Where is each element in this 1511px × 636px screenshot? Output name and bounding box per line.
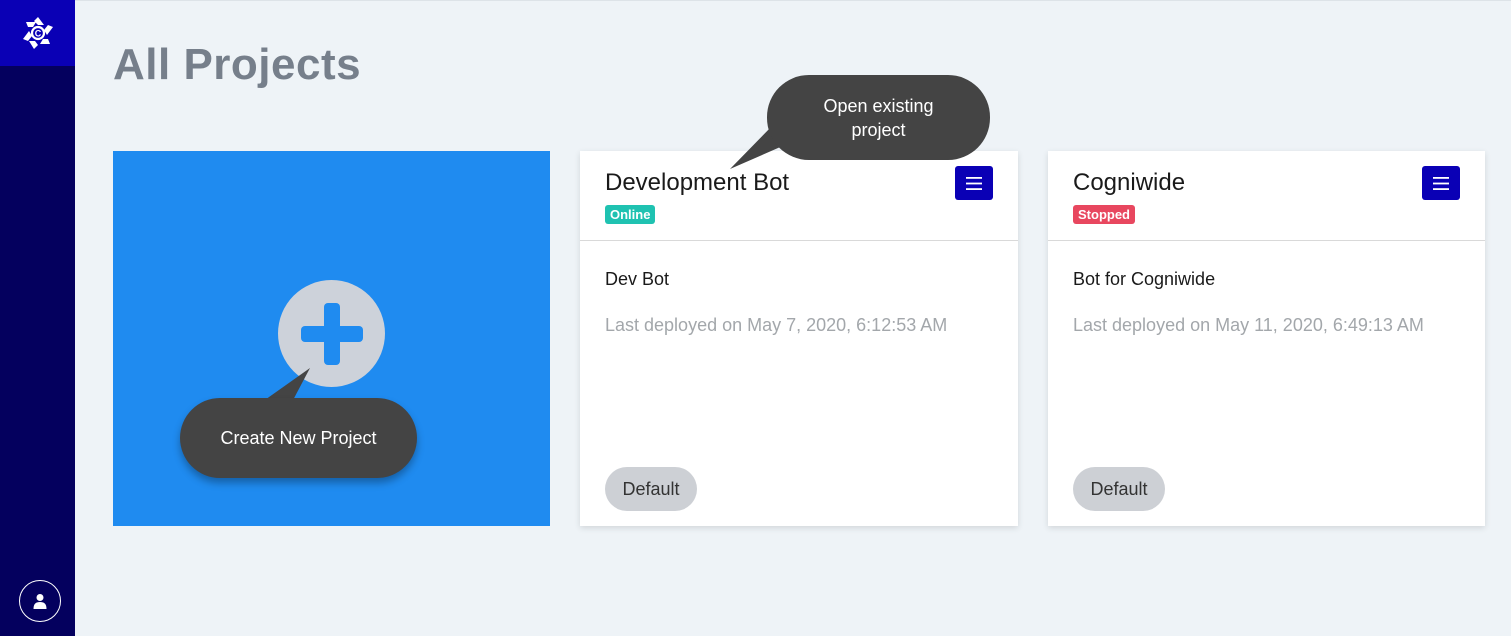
- last-deployed-text: Last deployed on May 7, 2020, 6:12:53 AM: [605, 315, 948, 335]
- card-header: Cogniwide Stopped: [1048, 151, 1485, 241]
- user-icon: [33, 594, 47, 609]
- sidebar: C: [0, 0, 75, 636]
- hamburger-menu-icon: [966, 176, 982, 190]
- project-card-cogniwide[interactable]: Cogniwide Stopped Bot for Cogniwide Last…: [1048, 151, 1485, 526]
- hamburger-menu-icon: [1433, 176, 1449, 190]
- status-badge: Stopped: [1073, 205, 1135, 224]
- card-header: Development Bot Online: [580, 151, 1018, 241]
- cogniwide-logo-icon: C: [22, 17, 53, 49]
- project-name: Cogniwide: [1073, 169, 1186, 196]
- status-badge: Online: [605, 205, 656, 224]
- plus-icon: [300, 302, 363, 365]
- svg-text:C: C: [34, 29, 41, 39]
- project-description: Dev Bot: [605, 269, 670, 289]
- tooltip-text: Open existing project: [823, 95, 934, 140]
- project-menu-button[interactable]: [1422, 166, 1460, 200]
- last-deployed-text: Last deployed on May 11, 2020, 6:49:13 A…: [1073, 315, 1424, 335]
- project-menu-button[interactable]: [955, 166, 993, 200]
- top-divider: [75, 0, 1511, 1]
- environment-pill[interactable]: Default: [1073, 467, 1165, 511]
- logo-button[interactable]: C: [0, 0, 75, 66]
- project-description: Bot for Cogniwide: [1073, 269, 1216, 289]
- page-title: All Projects: [113, 40, 362, 89]
- project-name: Development Bot: [605, 169, 790, 196]
- tooltip-create-new-project: Create New Project: [180, 398, 417, 478]
- environment-pill[interactable]: Default: [605, 467, 697, 511]
- project-card-development-bot[interactable]: Development Bot Online Dev Bot Last depl…: [580, 151, 1018, 526]
- user-profile-button[interactable]: [19, 580, 61, 622]
- tooltip-text: Create New Project: [220, 428, 377, 448]
- tooltip-open-existing-project: Open existing project: [767, 75, 990, 160]
